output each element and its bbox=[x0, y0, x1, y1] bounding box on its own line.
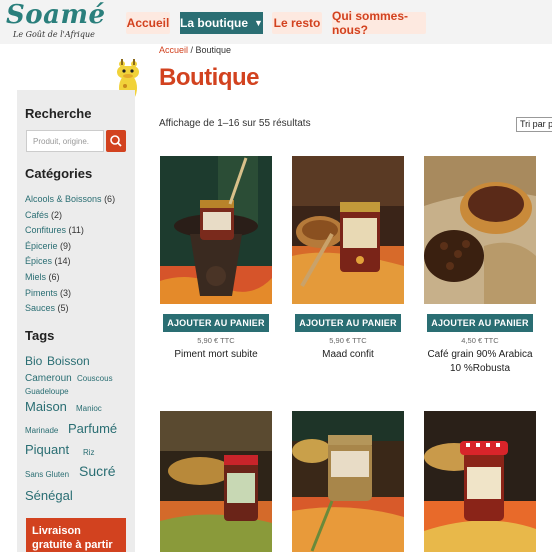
product-name[interactable]: Maad confit bbox=[292, 348, 404, 362]
category-name: Miels bbox=[25, 271, 47, 282]
sort-select[interactable]: Tri par popularité bbox=[516, 117, 552, 132]
tag-link[interactable]: Sans Gluten bbox=[25, 470, 69, 479]
sidebar: Recherche Produit, origine. Catégories A… bbox=[17, 90, 135, 552]
tag-link[interactable]: Couscous bbox=[77, 374, 113, 383]
product-image[interactable] bbox=[424, 411, 536, 552]
chevron-down-icon: ▼ bbox=[254, 18, 263, 28]
nav-la-boutique-label: La boutique bbox=[180, 16, 249, 30]
category-item[interactable]: Piments (3) bbox=[25, 286, 115, 302]
result-count: Affichage de 1–16 sur 55 résultats bbox=[159, 118, 311, 129]
nav-accueil[interactable]: Accueil bbox=[126, 12, 170, 34]
tag-link[interactable]: Boisson bbox=[47, 354, 90, 368]
category-name: Piments bbox=[25, 287, 58, 298]
search-heading: Recherche bbox=[25, 106, 92, 121]
tags-heading: Tags bbox=[25, 328, 55, 343]
site-header: Soamé Le Goût de l'Afrique Accueil La bo… bbox=[0, 0, 552, 44]
search-input[interactable]: Produit, origine. bbox=[26, 130, 104, 152]
search-button[interactable] bbox=[106, 130, 126, 152]
category-count: (11) bbox=[68, 225, 84, 236]
category-count: (14) bbox=[54, 256, 71, 267]
product-price: 5,90 € TTC bbox=[197, 336, 235, 345]
tag-link[interactable]: Sucré bbox=[79, 463, 116, 479]
add-to-cart-button[interactable]: AJOUTER AU PANIER bbox=[427, 314, 533, 332]
category-name: Épicerie bbox=[25, 240, 58, 251]
category-list: Alcools & Boissons (6) Cafés (2) Confitu… bbox=[25, 192, 115, 317]
category-item[interactable]: Épicerie (9) bbox=[25, 239, 115, 255]
category-item[interactable]: Cafés (2) bbox=[25, 208, 115, 224]
category-name: Cafés bbox=[25, 209, 49, 220]
free-delivery-banner[interactable]: Livraison gratuite à partir de 30,00 € bbox=[26, 518, 126, 552]
tag-link[interactable]: Riz bbox=[83, 448, 95, 457]
tag-link[interactable]: Piquant bbox=[25, 442, 69, 457]
nav-le-resto[interactable]: Le resto bbox=[272, 12, 322, 34]
tag-link[interactable]: Cameroun bbox=[25, 373, 72, 384]
category-item[interactable]: Épices (14) bbox=[25, 254, 115, 270]
tag-link[interactable]: Manioc bbox=[76, 404, 102, 413]
tag-link[interactable]: Marinade bbox=[25, 426, 58, 435]
product-image[interactable] bbox=[160, 411, 272, 552]
tag-link[interactable]: Bio bbox=[25, 354, 42, 368]
nav-la-boutique[interactable]: La boutique ▼ bbox=[180, 12, 263, 34]
product-image[interactable] bbox=[160, 156, 272, 304]
tag-link[interactable]: Sénégal bbox=[25, 488, 73, 503]
category-count: (5) bbox=[57, 303, 69, 314]
tag-link[interactable]: Parfumé bbox=[68, 421, 117, 436]
product-image[interactable] bbox=[292, 411, 404, 552]
categories-heading: Catégories bbox=[25, 166, 93, 181]
category-count: (2) bbox=[51, 209, 63, 220]
tag-link[interactable]: Guadeloupe bbox=[25, 387, 69, 396]
site-logo[interactable]: Soamé Le Goût de l'Afrique bbox=[4, 0, 106, 42]
category-item[interactable]: Miels (6) bbox=[25, 270, 115, 286]
category-item[interactable]: Confitures (11) bbox=[25, 223, 115, 239]
product-image[interactable] bbox=[424, 156, 536, 304]
logo-text: Soamé bbox=[6, 0, 106, 30]
nav-qui-sommes-nous[interactable]: Qui sommes- nous? bbox=[332, 9, 426, 37]
category-name: Épices bbox=[25, 256, 53, 267]
product-image[interactable] bbox=[292, 156, 404, 304]
category-count: (3) bbox=[60, 287, 72, 298]
page: Soamé Le Goût de l'Afrique Accueil La bo… bbox=[0, 0, 552, 552]
add-to-cart-button[interactable]: AJOUTER AU PANIER bbox=[163, 314, 269, 332]
search-icon bbox=[110, 135, 122, 147]
product-name[interactable]: Café grain 90% Arabica 10 %Robusta bbox=[424, 348, 536, 376]
category-item[interactable]: Sauces (5) bbox=[25, 301, 115, 317]
breadcrumb-home-link[interactable]: Accueil bbox=[159, 45, 188, 55]
category-name: Confitures bbox=[25, 225, 67, 236]
add-to-cart-button[interactable]: AJOUTER AU PANIER bbox=[295, 314, 401, 332]
category-count: (6) bbox=[104, 194, 116, 204]
breadcrumb: Accueil / Boutique bbox=[159, 45, 231, 55]
category-item[interactable]: Alcools & Boissons (6) bbox=[25, 192, 115, 208]
logo-tagline: Le Goût de l'Afrique bbox=[13, 30, 95, 39]
breadcrumb-separator: / bbox=[188, 45, 196, 55]
product-price: 4,50 € TTC bbox=[461, 336, 499, 345]
category-name: Sauces bbox=[25, 303, 56, 314]
product-price: 5,90 € TTC bbox=[329, 336, 367, 345]
breadcrumb-current: Boutique bbox=[195, 45, 232, 55]
category-name: Alcools & Boissons bbox=[25, 194, 102, 204]
page-title: Boutique bbox=[159, 64, 259, 91]
category-count: (6) bbox=[48, 271, 60, 282]
tag-link[interactable]: Maison bbox=[25, 399, 67, 414]
category-count: (9) bbox=[60, 240, 72, 251]
product-name[interactable]: Piment mort subite bbox=[160, 348, 272, 362]
